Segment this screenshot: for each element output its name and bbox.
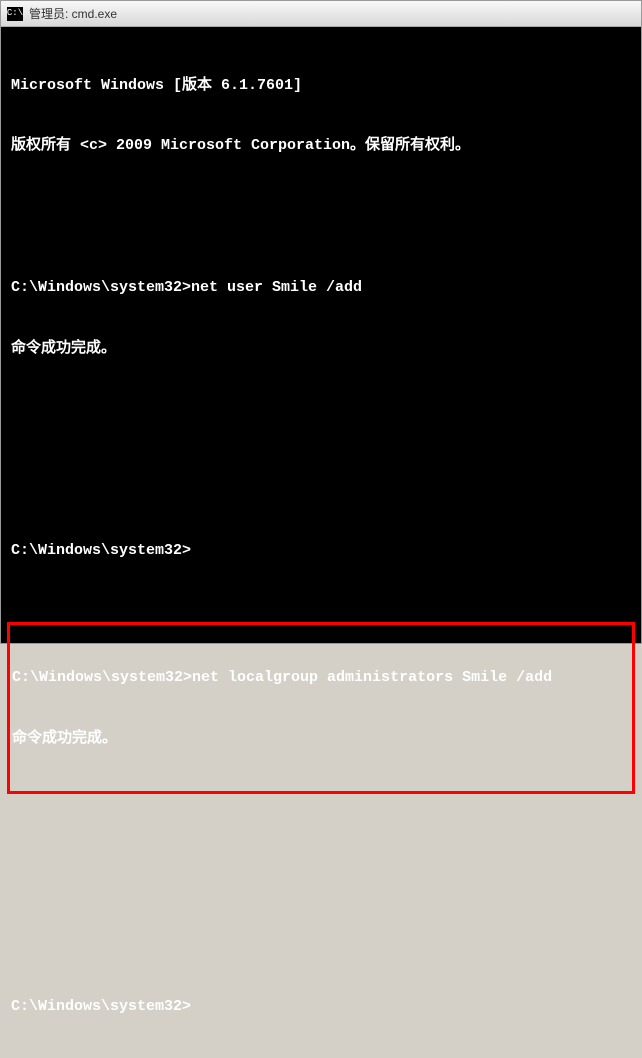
header-copyright: 版权所有 <c> 2009 Microsoft Corporation。保留所有… [11,136,631,156]
blank-line [11,855,631,875]
blank-line [11,197,631,217]
command-line-1: C:\Windows\system32>net user Smile /add [11,278,631,298]
terminal-area[interactable]: Microsoft Windows [版本 6.1.7601] 版权所有 <c>… [1,27,641,643]
cmd-window: C:\ 管理员: cmd.exe Microsoft Windows [版本 6… [0,0,642,644]
command-line-3: C:\Windows\system32>net localgroup admin… [12,668,630,688]
header-version: Microsoft Windows [版本 6.1.7601] [11,76,631,96]
prompt: C:\Windows\system32> [12,668,192,688]
command-line-4: C:\Windows\system32> [11,997,631,1017]
result-text: 命令成功完成。 [12,729,630,749]
titlebar[interactable]: C:\ 管理员: cmd.exe [1,1,641,27]
window-title: 管理员: cmd.exe [29,5,117,22]
prompt: C:\Windows\system32> [11,541,191,561]
cmd-icon: C:\ [7,7,23,21]
command-line-2: C:\Windows\system32> [11,541,631,561]
prompt: C:\Windows\system32> [11,997,191,1017]
prompt: C:\Windows\system32> [11,278,191,298]
blank-line [11,460,631,480]
blank-line [11,916,631,936]
blank-line [11,400,631,420]
cmd-icon-label: C:\ [7,9,23,18]
highlighted-command-box: C:\Windows\system32>net localgroup admin… [7,622,635,794]
command-text: net localgroup administrators Smile /add [192,668,552,688]
command-text: net user Smile /add [191,278,362,298]
result-text: 命令成功完成。 [11,339,631,359]
